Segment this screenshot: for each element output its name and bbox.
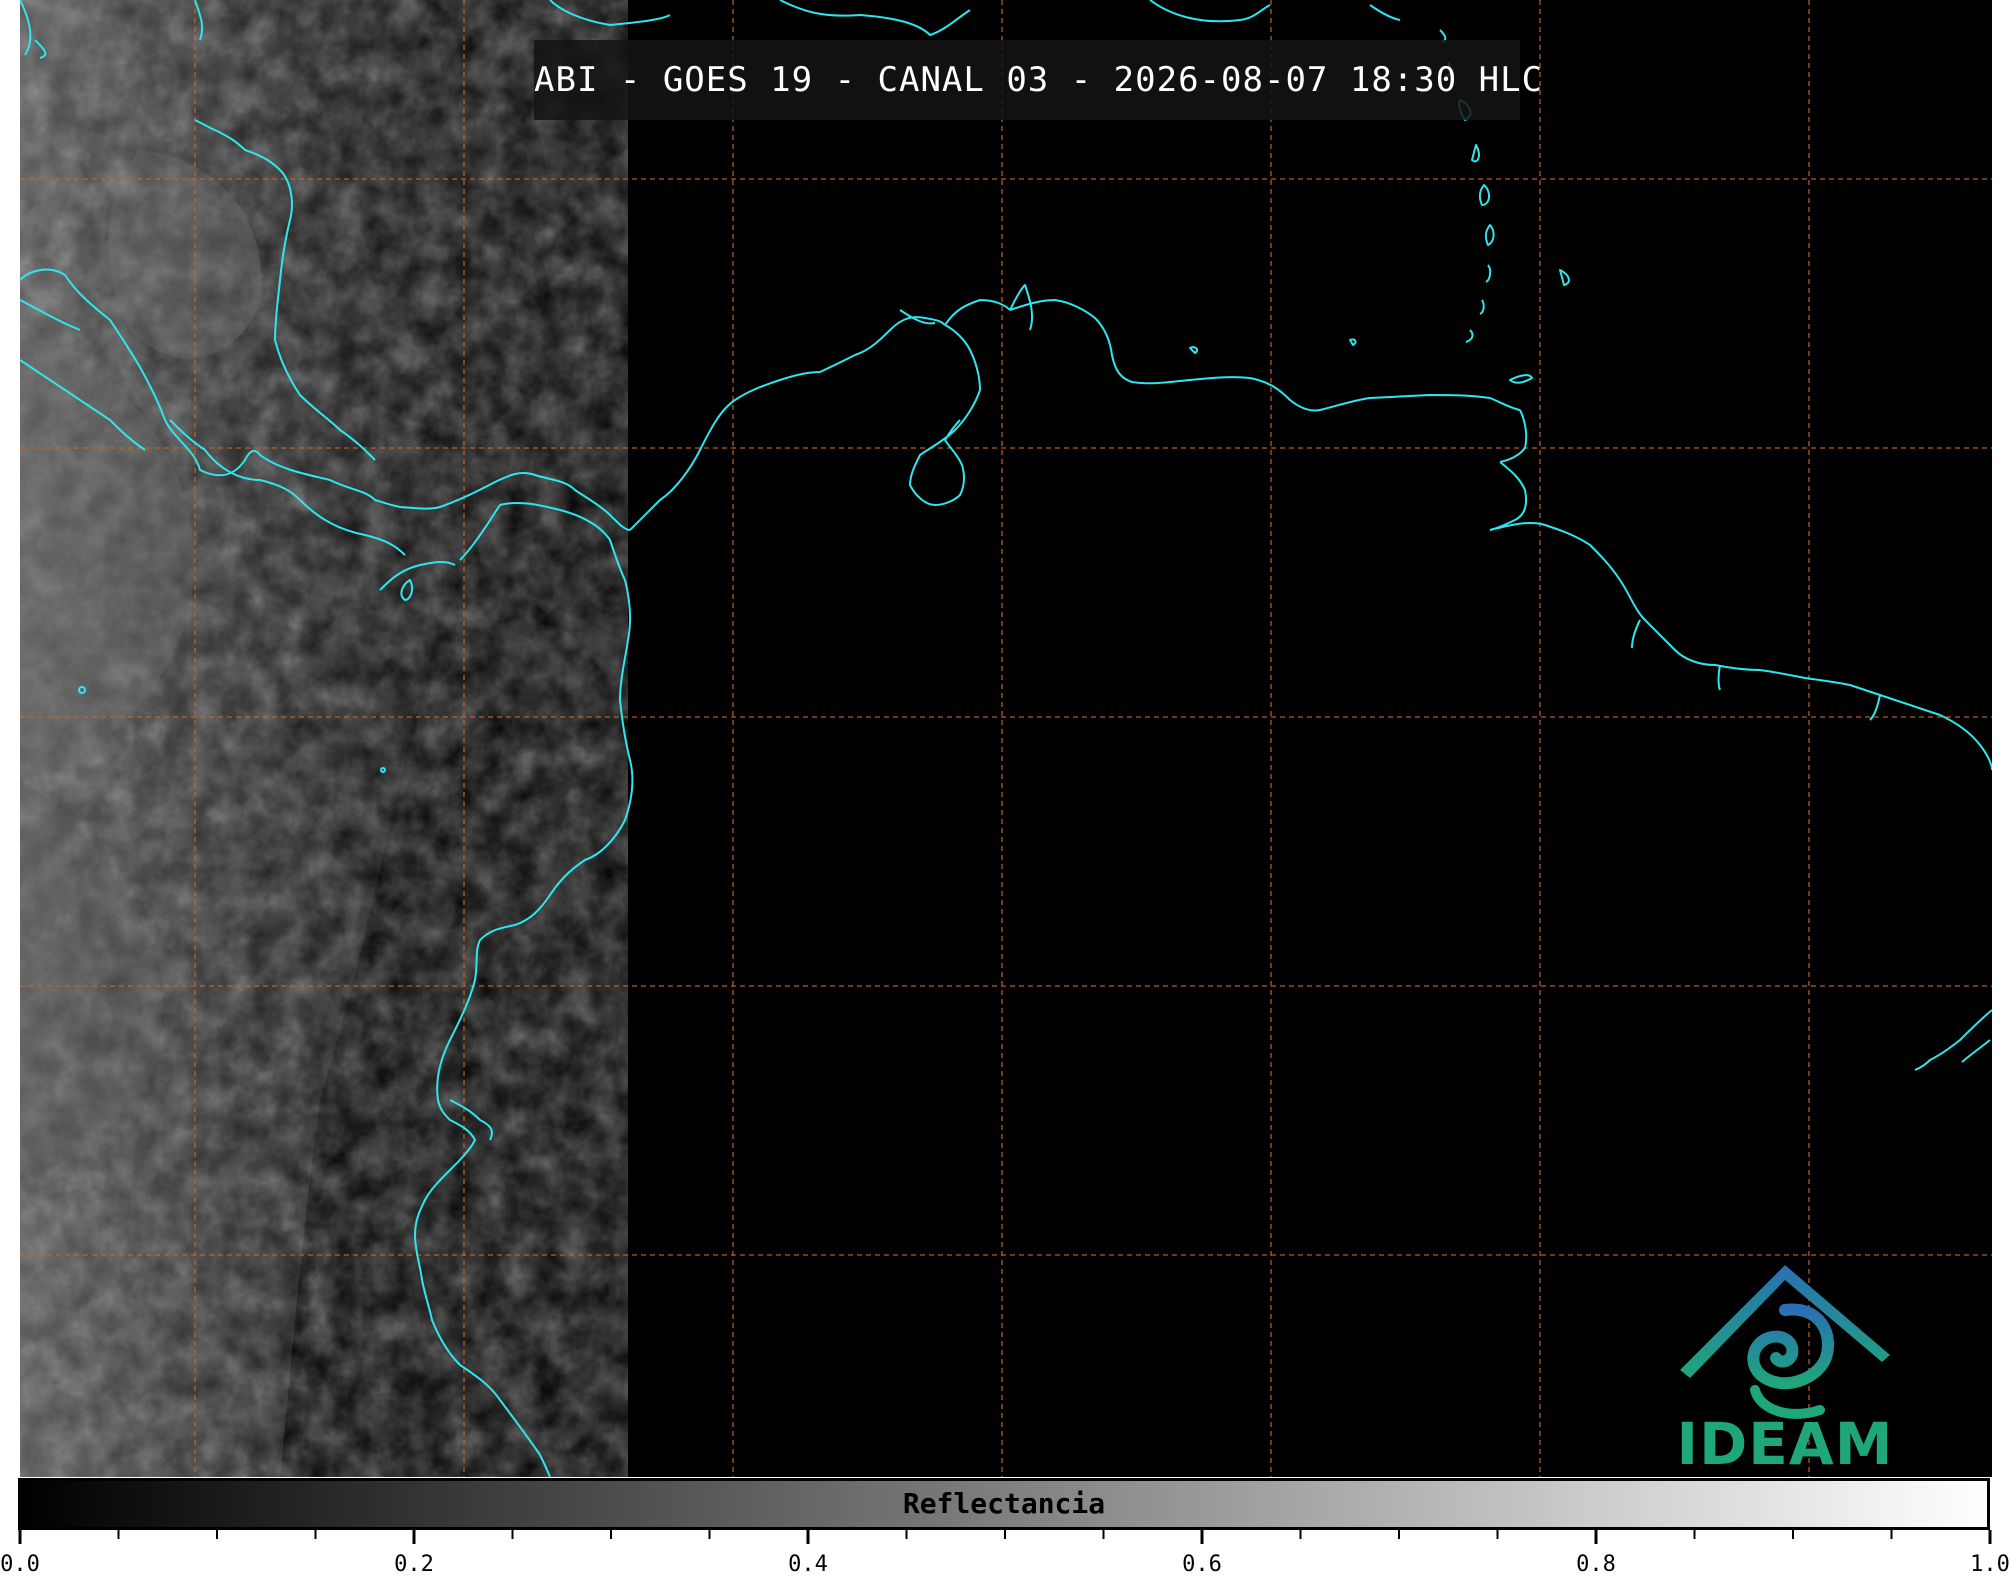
tick-label: 0.0	[0, 1552, 40, 1577]
colorbar-tick-marks	[18, 1530, 1992, 1544]
ideam-logo-mark	[1680, 1265, 1890, 1419]
logo-text: IDEAM	[1676, 1410, 1894, 1477]
satellite-map: ABI - GOES 19 - CANAL 03 - 2026-08-07 18…	[20, 0, 1992, 1477]
title-box: ABI - GOES 19 - CANAL 03 - 2026-08-07 18…	[534, 40, 1544, 120]
tick-label: 0.8	[1576, 1552, 1616, 1577]
tick-label: 1.0	[1970, 1552, 2010, 1577]
colorbar-ticks: 0.0 0.2 0.4 0.6 0.8 1.0	[0, 1530, 2011, 1577]
tick-label: 0.4	[788, 1552, 828, 1577]
colorbar: Reflectancia	[18, 1478, 1990, 1530]
page-title: ABI - GOES 19 - CANAL 03 - 2026-08-07 18…	[534, 60, 1544, 100]
ideam-logo: IDEAM	[1660, 1250, 1910, 1477]
colorbar-label: Reflectancia	[902, 1487, 1106, 1520]
tick-label: 0.6	[1182, 1552, 1222, 1577]
tick-label: 0.2	[394, 1552, 434, 1577]
